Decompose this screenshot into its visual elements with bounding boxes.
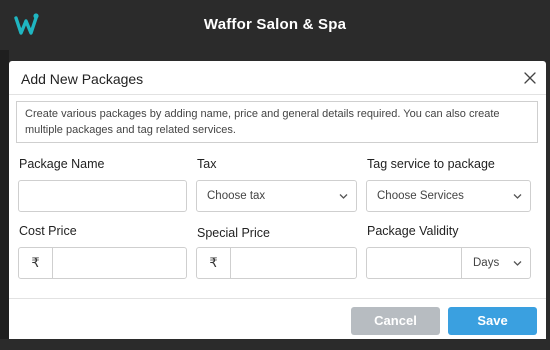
rupee-icon: ₹ bbox=[197, 248, 231, 278]
tag-service-label: Tag service to package bbox=[367, 157, 495, 171]
tax-label: Tax bbox=[197, 157, 217, 171]
tax-select-value: Choose tax bbox=[207, 190, 266, 202]
tag-service-select-value: Choose Services bbox=[377, 190, 464, 202]
save-button[interactable]: Save bbox=[448, 307, 537, 335]
top-bar: Waffor Salon & Spa bbox=[0, 0, 550, 50]
cost-price-input[interactable]: ₹ bbox=[18, 247, 187, 279]
app-title: Waffor Salon & Spa bbox=[203, 16, 347, 33]
package-name-input[interactable] bbox=[18, 180, 187, 212]
close-icon[interactable] bbox=[522, 70, 538, 86]
package-validity-label: Package Validity bbox=[367, 224, 459, 238]
package-validity-input[interactable]: Days bbox=[366, 247, 531, 279]
info-message: Create various packages by adding name, … bbox=[16, 101, 538, 143]
package-name-label: Package Name bbox=[19, 157, 105, 171]
chevron-down-icon bbox=[339, 194, 348, 199]
tag-service-select[interactable]: Choose Services bbox=[366, 180, 531, 212]
chevron-down-icon bbox=[513, 194, 522, 199]
special-price-label: Special Price bbox=[197, 226, 270, 240]
validity-unit-select[interactable]: Days bbox=[461, 248, 530, 278]
chevron-down-icon bbox=[513, 261, 522, 266]
cost-price-label: Cost Price bbox=[19, 224, 77, 238]
modal-title: Add New Packages bbox=[21, 71, 144, 87]
tax-select[interactable]: Choose tax bbox=[196, 180, 357, 212]
add-package-modal: Add New Packages Create various packages… bbox=[9, 61, 546, 350]
backdrop bbox=[0, 50, 9, 350]
special-price-input[interactable]: ₹ bbox=[196, 247, 357, 279]
validity-unit-value: Days bbox=[473, 257, 500, 269]
modal-header: Add New Packages bbox=[9, 61, 546, 95]
cancel-button[interactable]: Cancel bbox=[351, 307, 440, 335]
page-bottom-strip bbox=[0, 339, 550, 350]
rupee-icon: ₹ bbox=[19, 248, 53, 278]
